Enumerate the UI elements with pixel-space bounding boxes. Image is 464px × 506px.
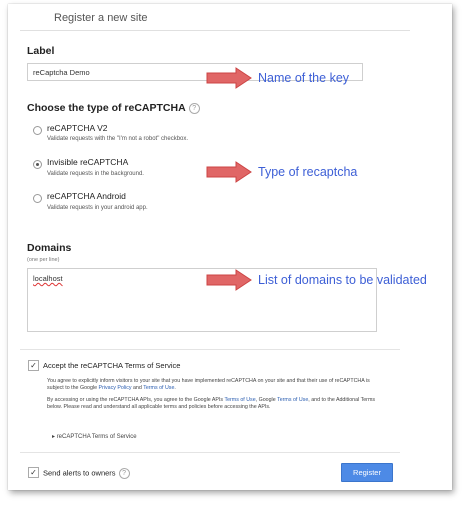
red-arrow-icon (206, 67, 252, 89)
option-title-android: reCAPTCHA Android (47, 191, 126, 201)
header: Register a new site (20, 4, 410, 31)
alerts-checkbox[interactable]: ✓ (28, 467, 39, 478)
tos-checkbox[interactable]: ✓ (28, 360, 39, 371)
radio-invisible-recaptcha[interactable] (33, 160, 42, 169)
option-title-invisible: Invisible reCAPTCHA (47, 157, 129, 167)
red-arrow-icon (206, 269, 252, 291)
type-heading: Choose the type of reCAPTCHA? (27, 102, 200, 114)
tos-checkbox-label: Accept the reCAPTCHA Terms of Service (43, 361, 181, 370)
register-button[interactable]: Register (341, 463, 393, 482)
google-terms-link[interactable]: Terms of Use (277, 397, 308, 403)
red-arrow-icon (206, 161, 252, 183)
option-title-v2: reCAPTCHA V2 (47, 123, 108, 133)
domain-entry: localhost (33, 274, 63, 283)
label-heading: Label (27, 45, 55, 57)
radio-recaptcha-v2[interactable] (33, 126, 42, 135)
terms-of-use-link[interactable]: Terms of Use (143, 385, 174, 391)
apis-terms-link[interactable]: Terms of Use (224, 397, 255, 403)
option-desc-invisible: Validate requests in the background. (47, 171, 144, 177)
tos-paragraph-2: By accessing or using the reCAPTCHA APIs… (47, 397, 376, 410)
annotation-text-type: Type of recaptcha (258, 165, 358, 179)
domains-heading: Domains (27, 242, 72, 254)
alerts-help-icon[interactable]: ? (118, 468, 130, 479)
screenshot-frame: Register a new site Label reCaptcha Demo… (8, 4, 452, 490)
page-title: Register a new site (54, 12, 148, 24)
option-desc-android: Validate requests in your android app. (47, 205, 148, 211)
alerts-label: Send alerts to owners? (43, 468, 130, 479)
help-icon[interactable]: ? (188, 102, 200, 114)
type-heading-text: Choose the type of reCAPTCHA (27, 102, 186, 114)
divider (20, 349, 400, 350)
privacy-policy-link[interactable]: Privacy Policy (99, 385, 132, 391)
annotation-type: Type of recaptcha (206, 161, 357, 183)
annotation-label: Name of the key (206, 67, 349, 89)
option-desc-v2: Validate requests with the "I'm not a ro… (47, 136, 189, 142)
radio-recaptcha-android[interactable] (33, 194, 42, 203)
annotation-text-domains: List of domains to be validated (258, 273, 427, 287)
tos-paragraph-1: You agree to explicitly inform visitors … (47, 378, 370, 391)
annotation-domains: List of domains to be validated (206, 269, 427, 291)
divider (20, 452, 400, 453)
domains-hint: (one per line) (27, 257, 60, 263)
annotation-text-label: Name of the key (258, 71, 350, 85)
tos-expander[interactable]: ▸ reCAPTCHA Terms of Service (52, 433, 137, 440)
